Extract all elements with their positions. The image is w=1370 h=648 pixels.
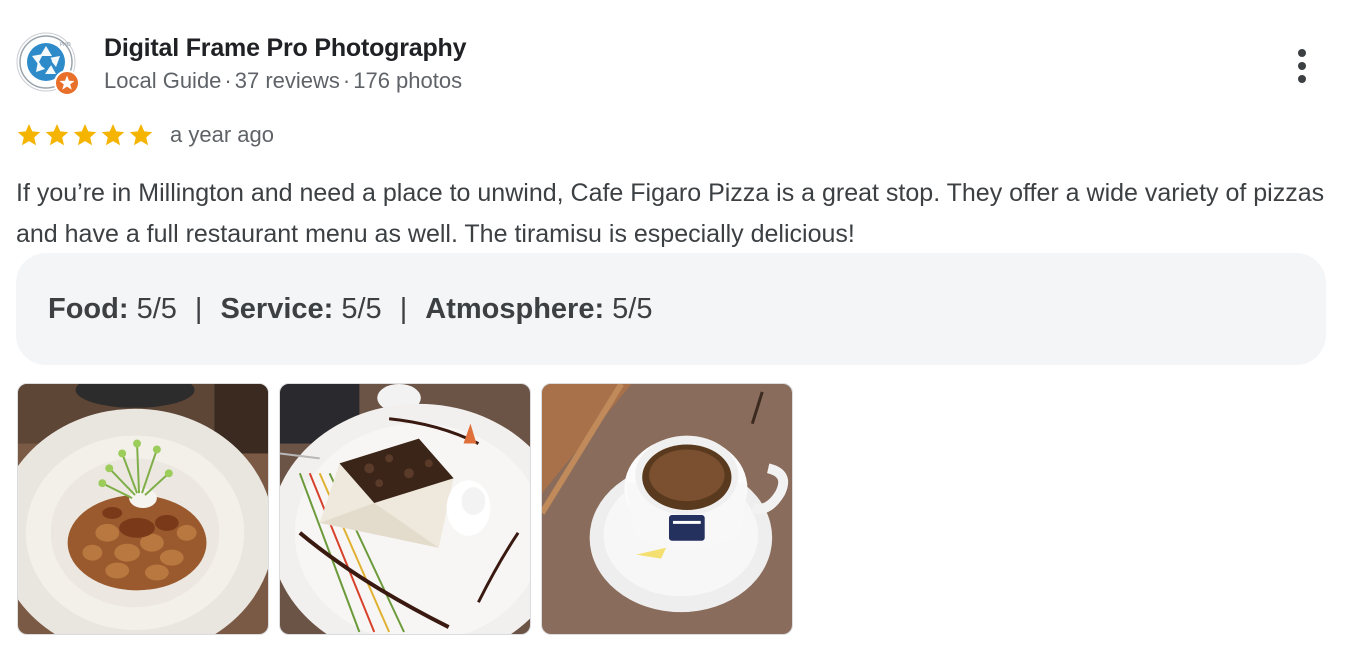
star-icon [101,123,125,146]
author-avatar[interactable]: PHO [16,32,80,96]
star-icon [17,123,41,146]
tiramisu-photo [280,384,530,634]
review-card: PHO Digital Frame Pro Photography Local … [0,0,1370,648]
attribute-name: Food: [48,292,129,325]
review-photo-pasta[interactable] [17,383,269,635]
rating-row: a year ago [16,118,274,152]
attribute-food: Food: 5/5 [48,293,177,326]
espresso-cup-photo [542,384,792,634]
more-vert-icon-dot [1298,62,1306,70]
camera-aperture-icon: PHO [16,32,80,96]
review-photos [17,383,793,635]
more-vert-icon [1298,49,1306,57]
meta-separator: · [224,68,232,93]
review-time: a year ago [170,122,274,147]
attribute-value: 5/5 [341,292,382,325]
attribute-separator: | [399,292,408,325]
star-icon [45,123,69,146]
local-guide-badge: Local Guide [104,68,222,93]
attribute-separator: | [194,292,203,325]
star-rating [16,122,154,148]
review-text: If you’re in Millington and need a place… [16,179,1325,248]
author-meta: Local Guide · 37 reviews · 176 photos [104,66,466,96]
svg-text:PHO: PHO [60,42,71,48]
attribute-name: Service: [220,292,334,325]
star-icon [129,123,153,146]
review-photo-espresso[interactable] [541,383,793,635]
attribute-name: Atmosphere: [425,292,605,325]
meta-separator: · [342,68,351,93]
photo-count: 176 photos [353,68,463,93]
pasta-dish-photo [18,384,268,634]
attribute-value: 5/5 [136,292,177,325]
review-attributes: Food: 5/5 | Service: 5/5 | Atmosphere: 5… [16,253,1326,365]
author-name[interactable]: Digital Frame Pro Photography [104,30,467,66]
review-photo-tiramisu[interactable] [279,383,531,635]
attribute-service: Service: 5/5 [220,293,381,326]
review-count: 37 reviews [234,68,340,93]
attribute-value: 5/5 [612,292,653,325]
more-options-button[interactable] [1282,42,1322,90]
star-icon [73,123,97,146]
author-header: Digital Frame Pro Photography Local Guid… [104,30,467,96]
attribute-atmosphere: Atmosphere: 5/5 [425,293,652,326]
more-vert-icon-dot [1298,75,1306,83]
